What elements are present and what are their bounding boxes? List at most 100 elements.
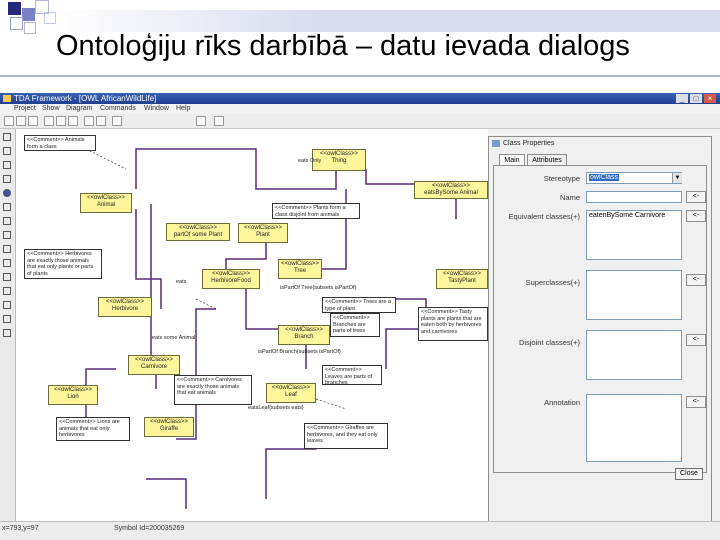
zoom-icon[interactable] (196, 116, 206, 126)
annotation-input[interactable] (586, 394, 682, 462)
class-herbivore[interactable]: <<owlClass>> Herbivore (98, 297, 152, 317)
menu-diagram[interactable]: Diagram (66, 104, 92, 114)
comment-tastyplants[interactable]: <<Comment>> Tasty plants are plants that… (418, 307, 488, 341)
superclasses-label: Superclasses(+) (525, 278, 580, 287)
class-herbivorefood[interactable]: <<owlClass>> HerbivoreFood (202, 269, 260, 289)
pointer-icon[interactable] (3, 133, 11, 141)
undo-icon[interactable] (84, 116, 94, 126)
disjoint-add-button[interactable]: <- (686, 334, 706, 346)
minimize-button[interactable]: _ (676, 94, 688, 103)
close-window-button[interactable]: × (704, 94, 716, 103)
title-divider (0, 75, 720, 77)
class-thing-stereo: <<owlClass>> (319, 151, 359, 157)
relation-label: isPartOf Branch{subsets isPartOf} (258, 349, 341, 355)
relation-label: isPartOf Tree{subsets isPartOf} (280, 285, 357, 291)
cut-icon[interactable] (44, 116, 54, 126)
association-tool-icon[interactable] (3, 203, 11, 211)
status-bar: x=793,y=97 Symbol Id=200035269 (0, 521, 720, 540)
comment-animals[interactable]: <<Comment>> Animals form a class (24, 135, 96, 151)
menu-project[interactable]: Project (14, 104, 36, 114)
comment-branches[interactable]: <<Comment>> Branches are parts of trees (330, 313, 380, 337)
disjoint-classes-list[interactable] (586, 330, 682, 380)
menu-show[interactable]: Show (42, 104, 60, 114)
comment-leaves[interactable]: <<Comment>> Leaves are parts of branches (322, 365, 382, 385)
menu-window[interactable]: Window (144, 104, 169, 114)
comment-lions[interactable]: <<Comment>> Lions are animals that eat o… (56, 417, 130, 441)
comment-carnivores[interactable]: <<Comment>> Carnivores are exactly those… (174, 375, 252, 405)
name-assign-button[interactable]: <- (686, 191, 706, 203)
class-lion[interactable]: <<owlClass>> Lion (48, 385, 98, 405)
class-tree-name: Tree (293, 268, 307, 274)
menu-commands[interactable]: Commands (100, 104, 136, 114)
equivalent-add-button[interactable]: <- (686, 210, 706, 222)
comment-tool-icon[interactable] (3, 161, 11, 169)
stereotype-label: Stereotype (543, 174, 580, 183)
restriction-tool-icon[interactable] (3, 245, 11, 253)
class-tree-stereo: <<owlClass>> (280, 261, 320, 267)
class-plant[interactable]: <<owlClass>> Plant (238, 223, 288, 243)
name-label: Name (559, 193, 580, 202)
chevron-down-icon[interactable]: ▼ (672, 173, 682, 183)
class-tastyplant-stereo: <<owlClass>> (442, 271, 482, 277)
class-lion-stereo: <<owlClass>> (53, 387, 93, 393)
class-plant-name: Plant (256, 232, 270, 238)
class-partof[interactable]: <<owlClass>> partOf some Plant (166, 223, 230, 241)
name-input[interactable] (586, 191, 682, 203)
generalization-tool-icon[interactable] (3, 217, 11, 225)
misc-tool-icon[interactable] (3, 329, 11, 337)
window-title: TDA Framework - [OWL AfricanWildLife] (14, 94, 157, 103)
new-icon[interactable] (4, 116, 14, 126)
superclasses-add-button[interactable]: <- (686, 274, 706, 286)
class-giraffe[interactable]: <<owlClass>> Giraffe (144, 417, 194, 437)
stereotype-select[interactable]: owlClass (586, 172, 682, 184)
class-herbivorefood-stereo: <<owlClass>> (211, 271, 251, 277)
menu-help[interactable]: Help (176, 104, 190, 114)
class-giraffe-name: Giraffe (160, 426, 178, 432)
comment-giraffes[interactable]: <<Comment>> Giraffes are herbivores, and… (304, 423, 388, 449)
diagram-canvas[interactable]: <<owlClass>> Thing <<owlClass>> Animal <<o… (16, 129, 488, 521)
dependency-tool-icon[interactable] (3, 231, 11, 239)
tab-panel-main: Stereotype owlClass ▼ Name <- Equivalent… (493, 165, 707, 473)
print-icon[interactable] (214, 116, 224, 126)
class-tool-icon[interactable] (3, 147, 11, 155)
class-eatenbysome[interactable]: <<owlClass>> eatsBySome Animal (414, 181, 488, 199)
open-icon[interactable] (16, 116, 26, 126)
annotation-button[interactable]: <- (686, 396, 706, 408)
comment-plants[interactable]: <<Comment>> Plants form a class disjoint… (272, 203, 360, 219)
save-icon[interactable] (28, 116, 38, 126)
class-herbivore-stereo: <<owlClass>> (105, 299, 145, 305)
text-tool-icon[interactable] (3, 315, 11, 323)
connector-tool-icon[interactable] (3, 287, 11, 295)
comment-herbivores[interactable]: <<Comment>> Herbivores are exactly those… (24, 249, 102, 279)
object-tool-icon[interactable] (3, 189, 11, 197)
class-leaf-name: Leaf (285, 392, 297, 398)
class-animal[interactable]: <<owlClass>> Animal (80, 193, 132, 213)
class-carnivore[interactable]: <<owlClass>> Carnivore (128, 355, 180, 375)
note-tool-icon[interactable] (3, 273, 11, 281)
close-button[interactable]: Close (675, 468, 703, 480)
class-branch[interactable]: <<owlClass>> Branch (278, 325, 330, 345)
comment-trees[interactable]: <<Comment>> Trees are a type of plant (322, 297, 396, 313)
class-tastyplant[interactable]: <<owlClass>> TastyPlant (436, 269, 488, 289)
paste-icon[interactable] (68, 116, 78, 126)
decor-bar (56, 10, 720, 32)
class-tastyplant-name: TastyPlant (448, 278, 476, 284)
copy-icon[interactable] (56, 116, 66, 126)
class-herbivore-name: Herbivore (111, 306, 138, 312)
class-herbivorefood-name: HerbivoreFood (211, 278, 251, 284)
layout-icon[interactable] (112, 116, 122, 126)
decor-square-3 (10, 17, 23, 30)
relation-label: eats Only (298, 158, 322, 164)
app-icon (3, 95, 11, 102)
redo-icon[interactable] (96, 116, 106, 126)
maximize-button[interactable]: □ (690, 94, 702, 103)
equivalent-classes-list[interactable]: eatenBySome Carnivore (586, 210, 682, 260)
relation-label: eats some Animal (152, 335, 196, 341)
decor-square-6 (24, 22, 36, 34)
class-leaf[interactable]: <<owlClass>> Leaf (266, 383, 316, 403)
package-tool-icon[interactable] (3, 175, 11, 183)
superclasses-list[interactable] (586, 270, 682, 320)
class-tree[interactable]: <<owlClass>> Tree (278, 259, 322, 279)
attribute-tool-icon[interactable] (3, 301, 11, 309)
link-tool-icon[interactable] (3, 259, 11, 267)
